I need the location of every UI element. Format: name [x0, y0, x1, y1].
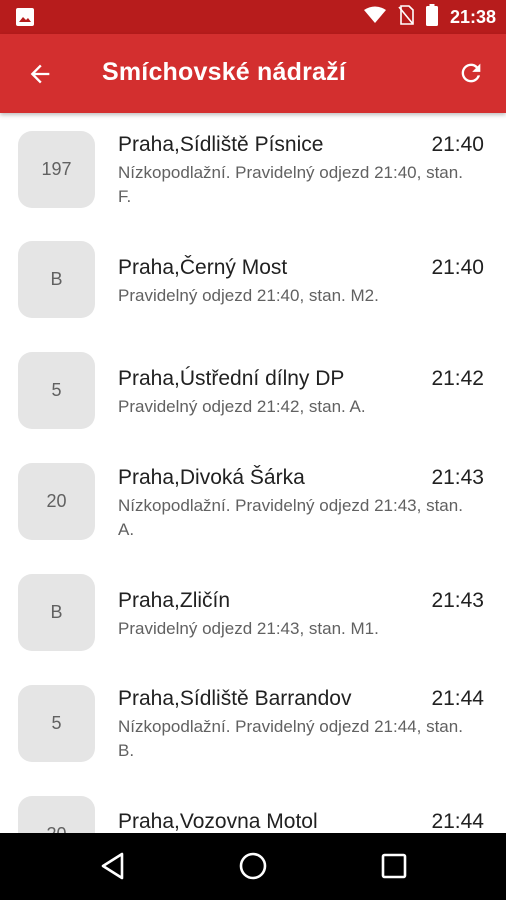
destination: Praha,Divoká Šárka	[118, 466, 305, 489]
departure-time: 21:44	[431, 810, 484, 833]
back-button[interactable]	[24, 58, 56, 90]
line-badge: 20	[18, 463, 95, 540]
departure-time: 21:40	[431, 256, 484, 279]
nav-back-icon	[101, 852, 124, 880]
wifi-icon	[363, 6, 386, 29]
list-item[interactable]: B Praha,Černý Most 21:40 Pravidelný odje…	[0, 230, 506, 341]
line-badge: 197	[18, 131, 95, 208]
list-item[interactable]: 20 Praha,Vozovna Motol 21:44	[0, 796, 506, 833]
line-badge: B	[18, 241, 95, 318]
departure-time: 21:42	[431, 367, 484, 390]
arrow-back-icon	[30, 64, 50, 84]
refresh-icon	[461, 63, 481, 83]
battery-icon	[425, 3, 438, 31]
refresh-button[interactable]	[456, 58, 486, 88]
no-sim-icon	[398, 4, 414, 30]
screen: 21:38 Smíchovské nádraží 197 Praha,Sídli…	[0, 0, 506, 900]
departure-info: Pravidelný odjezd 21:42, stan. A.	[118, 397, 366, 416]
line-badge: 5	[18, 352, 95, 429]
destination: Praha,Sídliště Písnice	[118, 133, 324, 156]
status-bar: 21:38	[0, 0, 506, 34]
list-item[interactable]: 5 Praha,Sídliště Barrandov 21:44 Nízkopo…	[0, 685, 506, 796]
departure-info: Pravidelný odjezd 21:43, stan. M1.	[118, 619, 379, 638]
departure-time: 21:40	[431, 133, 484, 156]
list-item[interactable]: 5 Praha,Ústřední dílny DP 21:42 Pravidel…	[0, 341, 506, 452]
list-item[interactable]: 20 Praha,Divoká Šárka 21:43 Nízkopodlažn…	[0, 452, 506, 574]
line-badge: 20	[18, 796, 95, 833]
nav-back-button[interactable]	[96, 849, 130, 883]
list-item[interactable]: B Praha,Zličín 21:43 Pravidelný odjezd 2…	[0, 574, 506, 685]
nav-home-icon	[239, 852, 267, 880]
navigation-bar	[0, 833, 506, 900]
app-bar: Smíchovské nádraží	[0, 34, 506, 113]
departure-list: 197 Praha,Sídliště Písnice 21:40 Nízkopo…	[0, 113, 506, 833]
line-badge: B	[18, 574, 95, 651]
departure-info: Pravidelný odjezd 21:40, stan. M2.	[118, 286, 379, 305]
departure-time: 21:44	[431, 687, 484, 710]
departure-info: Nízkopodlažní. Pravidelný odjezd 21:40, …	[118, 163, 463, 206]
page-title: Smíchovské nádraží	[102, 58, 346, 86]
destination: Praha,Černý Most	[118, 256, 288, 279]
status-time: 21:38	[449, 6, 496, 27]
nav-recents-button[interactable]	[377, 849, 411, 883]
list-item[interactable]: 197 Praha,Sídliště Písnice 21:40 Nízkopo…	[0, 113, 506, 230]
destination: Praha,Zličín	[118, 589, 231, 612]
departure-info: Nízkopodlažní. Pravidelný odjezd 21:44, …	[118, 717, 463, 760]
destination: Praha,Sídliště Barrandov	[118, 687, 352, 710]
nav-home-button[interactable]	[236, 849, 270, 883]
destination: Praha,Ústřední dílny DP	[118, 367, 345, 390]
departure-time: 21:43	[431, 589, 484, 612]
status-icons: 21:38	[363, 0, 496, 34]
destination: Praha,Vozovna Motol	[118, 810, 318, 833]
line-badge: 5	[18, 685, 95, 762]
nav-recents-icon	[381, 853, 407, 879]
departure-time: 21:43	[431, 466, 484, 489]
departure-info: Nízkopodlažní. Pravidelný odjezd 21:43, …	[118, 496, 463, 539]
image-icon	[16, 8, 34, 26]
